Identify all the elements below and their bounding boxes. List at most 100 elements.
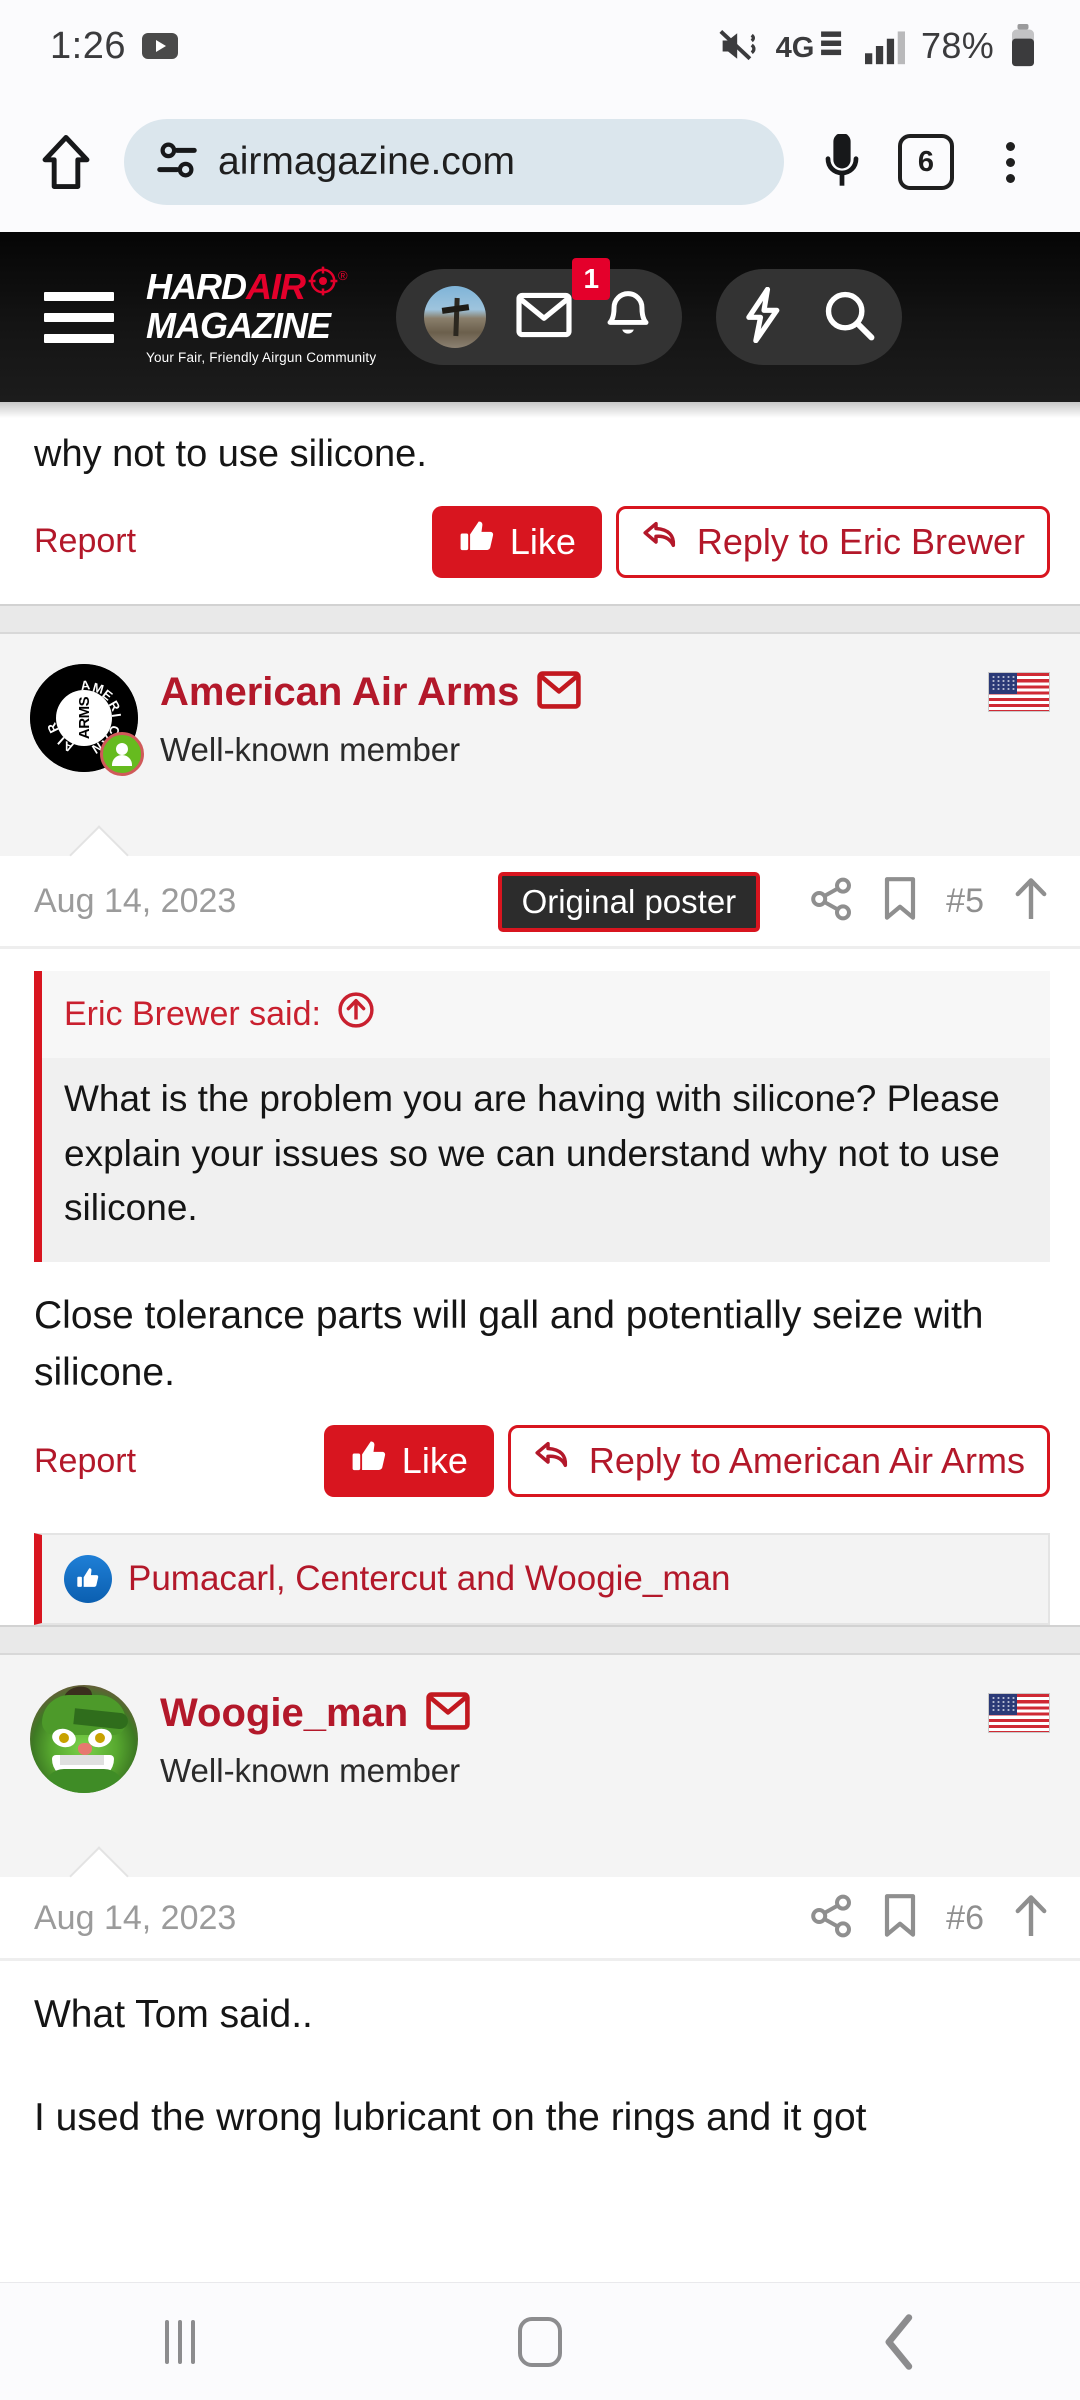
avatar[interactable] bbox=[30, 1685, 138, 1794]
tab-switcher-button[interactable]: 6 bbox=[888, 124, 964, 200]
signal-bars-icon bbox=[863, 26, 907, 66]
status-bar-left: 1:26 bbox=[50, 25, 178, 68]
author-info: American Air Arms Well-known member bbox=[160, 664, 988, 769]
youtube-play-icon bbox=[141, 33, 178, 59]
avatar-logo-inner-text: ARMS bbox=[56, 689, 112, 746]
jump-to-top-arrow-icon[interactable] bbox=[1012, 1893, 1050, 1944]
like-label: Like bbox=[509, 520, 576, 562]
svg-text:4G: 4G bbox=[776, 32, 815, 64]
reply-label: Reply to Eric Brewer bbox=[696, 520, 1025, 562]
mute-vibrate-icon bbox=[717, 26, 761, 66]
post-body-text: What Tom said.. bbox=[34, 1993, 313, 2037]
phone-screen: 1:26 4G 78% airmagazine.com 6 HARD AIR ®… bbox=[0, 0, 1080, 2400]
envelope-outline-icon[interactable] bbox=[426, 1692, 470, 1735]
bell-icon bbox=[602, 288, 654, 347]
crosshair-target-icon bbox=[308, 266, 338, 301]
post-actions: Report Like Reply to American Air Arms bbox=[0, 1401, 1080, 1523]
like-button[interactable]: Like bbox=[431, 505, 602, 578]
post-actions: Report Like Reply to Eric Brewer bbox=[0, 482, 1080, 604]
user-avatar[interactable] bbox=[424, 286, 487, 348]
status-bar-right: 4G 78% bbox=[717, 24, 1038, 68]
battery-percent-label: 78% bbox=[921, 25, 994, 66]
post-date: Aug 14, 2023 bbox=[34, 1899, 237, 1938]
envelope-icon[interactable] bbox=[516, 292, 572, 343]
bookmark-icon[interactable] bbox=[882, 876, 918, 927]
thumbs-up-icon bbox=[350, 1438, 388, 1485]
us-flag-icon bbox=[988, 671, 1050, 712]
reply-arrow-icon bbox=[533, 1440, 573, 1483]
us-flag-icon bbox=[988, 1693, 1050, 1734]
home-icon[interactable] bbox=[28, 124, 104, 200]
reply-button[interactable]: Reply to Eric Brewer bbox=[615, 505, 1050, 578]
author-header-tail bbox=[0, 1835, 1080, 1878]
post-actions-right: Like Reply to Eric Brewer bbox=[431, 505, 1050, 578]
status-bar: 1:26 4G 78% bbox=[0, 0, 1080, 92]
thread-content[interactable]: why not to use silicone. Report Like Rep… bbox=[0, 402, 1080, 2282]
post-body-text-continued: I used the wrong lubricant on the rings … bbox=[34, 2095, 867, 2139]
post-actions-right: Like Reply to American Air Arms bbox=[323, 1425, 1050, 1498]
like-button[interactable]: Like bbox=[323, 1425, 494, 1498]
thumbs-up-icon bbox=[458, 518, 496, 565]
reply-button[interactable]: Reply to American Air Arms bbox=[507, 1425, 1050, 1498]
share-icon[interactable] bbox=[810, 1894, 854, 1943]
overflow-menu-icon[interactable] bbox=[972, 124, 1048, 200]
author-title: Well-known member bbox=[160, 730, 461, 768]
search-icon[interactable] bbox=[822, 288, 876, 347]
author-info: Woogie_man Well-known member bbox=[160, 1685, 988, 1790]
post-separator bbox=[0, 603, 1080, 634]
quote-jump-icon[interactable] bbox=[337, 991, 375, 1038]
url-bar[interactable]: airmagazine.com bbox=[124, 119, 784, 205]
likes-names: Pumacarl, Centercut and Woogie_man bbox=[128, 1559, 731, 1599]
like-label: Like bbox=[401, 1440, 468, 1482]
post-number[interactable]: #5 bbox=[946, 882, 984, 921]
post-meta-row: Aug 14, 2023 #6 bbox=[0, 1877, 1080, 1962]
reply-arrow-icon bbox=[641, 520, 681, 563]
author-name[interactable]: American Air Arms bbox=[160, 670, 519, 715]
logo-tagline: Your Fair, Friendly Airgun Community bbox=[146, 349, 377, 365]
logo-word-magazine: MAGAZINE bbox=[146, 305, 331, 347]
status-clock: 1:26 bbox=[50, 24, 126, 67]
back-button-icon[interactable] bbox=[810, 2297, 990, 2387]
header-shadow bbox=[0, 402, 1080, 418]
author-name[interactable]: Woogie_man bbox=[160, 1691, 408, 1736]
post-likes-row[interactable]: Pumacarl, Centercut and Woogie_man bbox=[34, 1533, 1050, 1626]
envelope-outline-icon[interactable] bbox=[537, 671, 582, 714]
logo-registered-mark: ® bbox=[338, 268, 348, 284]
hamburger-menu-icon[interactable] bbox=[44, 291, 114, 343]
header-user-pill: 1 bbox=[396, 257, 683, 365]
author-title: Well-known member bbox=[160, 1752, 461, 1790]
recents-icon[interactable] bbox=[90, 2297, 270, 2387]
logo-word-hard: HARD bbox=[146, 266, 247, 308]
report-link[interactable]: Report bbox=[34, 522, 136, 561]
reply-label: Reply to American Air Arms bbox=[588, 1440, 1025, 1482]
bookmark-icon[interactable] bbox=[882, 1893, 918, 1944]
facebook-like-icon bbox=[64, 1555, 112, 1604]
home-button-icon[interactable] bbox=[450, 2297, 630, 2387]
url-text: airmagazine.com bbox=[218, 140, 515, 183]
browser-toolbar: airmagazine.com 6 bbox=[0, 92, 1080, 232]
jump-to-top-arrow-icon[interactable] bbox=[1012, 876, 1050, 927]
avatar-column bbox=[30, 1685, 138, 1794]
post-number[interactable]: #6 bbox=[946, 1899, 984, 1938]
post-meta-icons: #5 bbox=[810, 876, 1050, 927]
site-settings-tune-icon[interactable] bbox=[154, 137, 200, 188]
alerts-count-badge: 1 bbox=[572, 257, 611, 300]
avatar-column: A M E R I C A N A I R ARMS bbox=[30, 663, 144, 776]
post-author-header: Woogie_man Well-known member bbox=[0, 1655, 1080, 1836]
header-tools-pill bbox=[716, 269, 903, 365]
site-logo[interactable]: HARD AIR ® MAGAZINE Your Fair, Friendly … bbox=[146, 266, 377, 365]
report-link[interactable]: Report bbox=[34, 1442, 136, 1481]
alerts-button[interactable]: 1 bbox=[572, 257, 654, 347]
post-body-text: why not to use silicone. bbox=[34, 433, 427, 475]
microphone-icon[interactable] bbox=[804, 124, 880, 200]
post-partial-previous: why not to use silicone. Report Like Rep… bbox=[0, 418, 1080, 604]
quote-text: What is the problem you are having with … bbox=[64, 1077, 1000, 1229]
quote-block: Eric Brewer said: What is the problem yo… bbox=[34, 970, 1050, 1263]
post-body-text: Close tolerance parts will gall and pote… bbox=[34, 1294, 984, 1394]
share-icon[interactable] bbox=[810, 877, 854, 926]
post-american-air-arms: A M E R I C A N A I R ARMS bbox=[0, 633, 1080, 1626]
post-meta-row: Aug 14, 2023 Original poster #5 bbox=[0, 855, 1080, 949]
network-type-label: 4G bbox=[775, 26, 849, 66]
post-separator bbox=[0, 1625, 1080, 1656]
lightning-bolt-icon[interactable] bbox=[742, 286, 786, 348]
